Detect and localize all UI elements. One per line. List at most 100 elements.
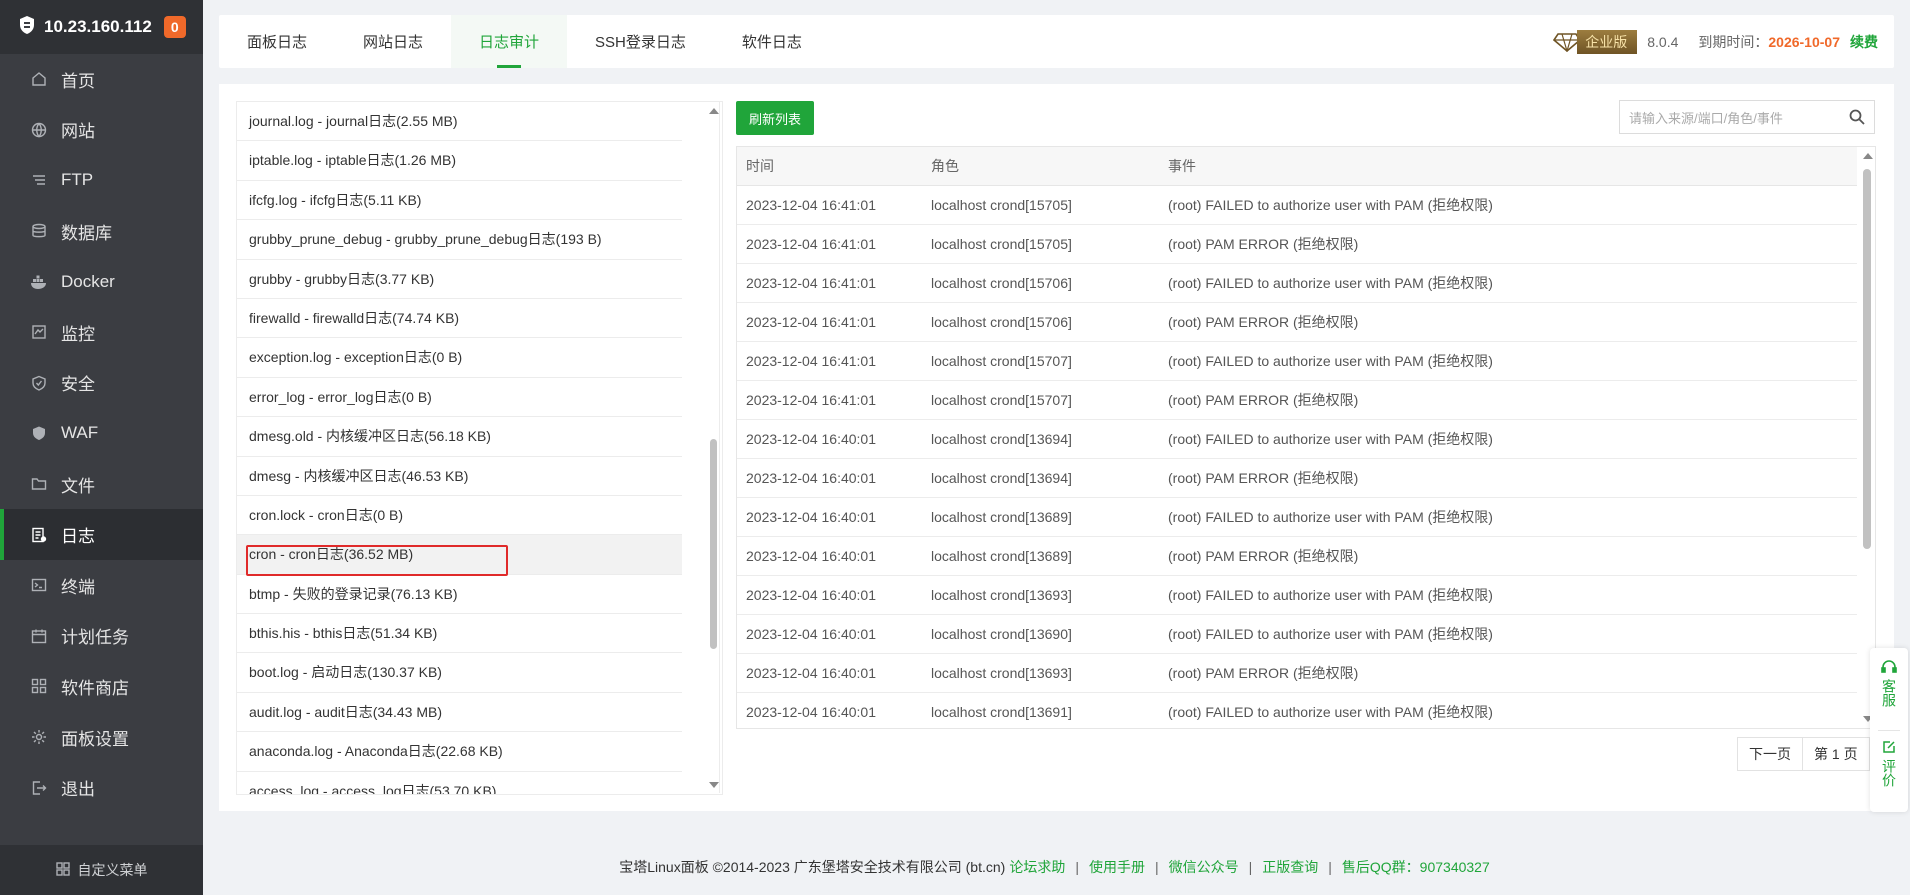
log-file-item[interactable]: audit.log - audit日志(34.43 MB)	[237, 693, 682, 733]
tab-label: 软件日志	[741, 34, 802, 51]
cell-role: localhost crond[15705]	[922, 224, 1159, 264]
renew-link[interactable]: 续费	[1850, 32, 1878, 52]
log-file-item[interactable]: firewalld - firewalld日志(74.74 KB)	[237, 299, 682, 339]
sidebar-item-15[interactable]: 退出	[0, 762, 203, 813]
wechat-link[interactable]: 微信公众号	[1169, 857, 1239, 877]
log-file-item[interactable]: dmesg - 内核缓冲区日志(46.53 KB)	[237, 457, 682, 496]
sidebar-item-7[interactable]: 安全	[0, 358, 203, 409]
shield-icon	[29, 373, 49, 393]
table-row: 2023-12-04 16:40:01 localhost crond[13689…	[737, 497, 1857, 537]
log-file-item[interactable]: grubby - grubby日志(3.77 KB)	[237, 260, 682, 299]
sidebar-item-12[interactable]: 计划任务	[0, 611, 203, 662]
qq-group-link[interactable]: 售后QQ群：907340327	[1342, 857, 1490, 877]
globe-icon	[29, 120, 49, 140]
search-input[interactable]: 请输入来源/端口/角色/事件	[1620, 108, 1840, 127]
cell-event: (root) FAILED to authorize user with PAM…	[1159, 263, 1857, 303]
log-file-item[interactable]: exception.log - exception日志(0 B)	[237, 338, 682, 378]
server-header: 10.23.160.112 0	[0, 0, 203, 54]
sidebar-item-13[interactable]: 软件商店	[0, 661, 203, 712]
cell-time: 2023-12-04 16:41:01	[737, 185, 922, 225]
enterprise-badge[interactable]: 企业版	[1553, 29, 1638, 54]
sidebar-item-9[interactable]: 文件	[0, 459, 203, 510]
license-check-link[interactable]: 正版查询	[1262, 857, 1318, 877]
log-file-item[interactable]: ifcfg.log - ifcfg日志(5.11 KB)	[237, 181, 682, 221]
separator: |	[1328, 858, 1332, 875]
log-file-item[interactable]: grubby_prune_debug - grubby_prune_debug日…	[237, 220, 682, 260]
tab-software-log[interactable]: 软件日志	[714, 15, 830, 68]
sidebar-item-label: 数据库	[61, 223, 112, 243]
tab-website-log[interactable]: 网站日志	[335, 15, 451, 68]
sidebar-item-2[interactable]: 网站	[0, 105, 203, 156]
forum-link[interactable]: 论坛求助	[1009, 857, 1065, 877]
log-file-item[interactable]: journal.log - journal日志(2.55 MB)	[237, 102, 682, 142]
database-icon	[29, 221, 49, 241]
sidebar-item-label: 首页	[61, 71, 95, 91]
cell-event: (root) PAM ERROR (拒绝权限)	[1159, 302, 1857, 342]
sidebar-item-label: 计划任务	[61, 628, 129, 648]
separator: |	[1248, 858, 1253, 875]
sidebar-item-3[interactable]: FTP	[0, 155, 203, 206]
cell-role: localhost crond[13689]	[922, 536, 1159, 576]
cell-role: localhost crond[13689]	[922, 497, 1159, 537]
waf-shield-icon	[29, 423, 49, 443]
edition-label: 企业版	[1577, 29, 1638, 54]
log-file-list: journal.log - journal日志(2.55 MB) iptable.…	[236, 101, 723, 795]
sidebar-item-14[interactable]: 面板设置	[0, 712, 203, 763]
sidebar-item-11[interactable]: 终端	[0, 560, 203, 611]
scroll-thumb[interactable]	[1863, 169, 1871, 549]
grid-icon	[55, 861, 70, 879]
cell-role: localhost crond[15706]	[922, 263, 1159, 303]
log-tab-bar: 面板日志 网站日志 日志审计 SSH登录日志 软件日志 企业版 8.0.4 到期…	[219, 15, 1894, 68]
scroll-up-icon[interactable]	[709, 108, 719, 114]
sidebar-item-label: 面板设置	[61, 729, 129, 749]
scroll-down-icon[interactable]	[709, 782, 719, 788]
ftp-icon	[29, 170, 49, 190]
scroll-up-icon[interactable]	[1863, 153, 1873, 159]
search-box[interactable]: 请输入来源/端口/角色/事件	[1619, 100, 1875, 134]
sidebar-item-8[interactable]: WAF	[0, 408, 203, 459]
notification-badge[interactable]: 0	[163, 16, 186, 38]
sidebar-item-4[interactable]: 数据库	[0, 206, 203, 257]
log-file-item[interactable]: cron.lock - cron日志(0 B)	[237, 496, 682, 536]
cell-time: 2023-12-04 16:41:01	[737, 224, 922, 264]
cell-event: (root) PAM ERROR (拒绝权限)	[1159, 224, 1857, 264]
sidebar-item-6[interactable]: 监控	[0, 307, 203, 358]
cell-time: 2023-12-04 16:41:01	[737, 341, 922, 381]
cell-time: 2023-12-04 16:40:01	[737, 419, 922, 459]
manual-link[interactable]: 使用手册	[1089, 857, 1145, 877]
sidebar-item-label: Docker	[61, 271, 115, 291]
server-ip[interactable]: 10.23.160.112	[44, 17, 152, 37]
log-file-item[interactable]: boot.log - 启动日志(130.37 KB)	[237, 653, 682, 693]
sidebar-item-1[interactable]: 首页	[0, 54, 203, 105]
sidebar-item-5[interactable]: Docker	[0, 256, 203, 307]
next-page-button[interactable]: 下一页	[1737, 737, 1803, 771]
search-icon[interactable]	[1840, 109, 1874, 125]
edit-icon	[1882, 740, 1896, 757]
custom-menu-button[interactable]: 自定义菜单	[0, 845, 203, 895]
log-file-item[interactable]: error_log - error_log日志(0 B)	[237, 378, 682, 418]
log-audit-panel: journal.log - journal日志(2.55 MB) iptable.…	[219, 84, 1894, 811]
table-scrollbar[interactable]	[1859, 147, 1875, 728]
tab-label: SSH登录日志	[595, 34, 686, 51]
refresh-list-button[interactable]: 刷新列表	[736, 101, 814, 135]
log-file-item[interactable]: anaconda.log - Anaconda日志(22.68 KB)	[237, 732, 682, 772]
cell-time: 2023-12-04 16:40:01	[737, 497, 922, 537]
log-file-item[interactable]: access_log - access_log日志(53.70 KB)	[237, 772, 682, 794]
cell-event: (root) PAM ERROR (拒绝权限)	[1159, 536, 1857, 576]
table-header-row: 时间 角色 事件	[737, 147, 1857, 186]
tab-panel-log[interactable]: 面板日志	[219, 15, 335, 68]
log-table: 时间 角色 事件 2023-12-04 16:41:01 localhost cr…	[736, 146, 1876, 729]
review-button[interactable]: 评价	[1870, 740, 1908, 787]
sidebar-item-10[interactable]: 日志	[0, 509, 203, 560]
cell-event: (root) FAILED to authorize user with PAM…	[1159, 692, 1857, 728]
log-file-item[interactable]: btmp - 失败的登录记录(76.13 KB)	[237, 575, 682, 615]
log-file-item[interactable]: dmesg.old - 内核缓冲区日志(56.18 KB)	[237, 417, 682, 457]
tab-ssh-login-log[interactable]: SSH登录日志	[567, 15, 714, 68]
version-text: 8.0.4	[1647, 33, 1679, 50]
customer-service-button[interactable]: 客服	[1870, 660, 1908, 707]
log-file-item[interactable]: iptable.log - iptable日志(1.26 MB)	[237, 141, 682, 181]
log-file-item[interactable]: bthis.his - bthis日志(51.34 KB)	[237, 614, 682, 654]
tab-log-audit[interactable]: 日志审计	[451, 15, 568, 68]
scroll-thumb[interactable]	[710, 439, 717, 649]
sidebar-item-label: 软件商店	[61, 678, 129, 698]
